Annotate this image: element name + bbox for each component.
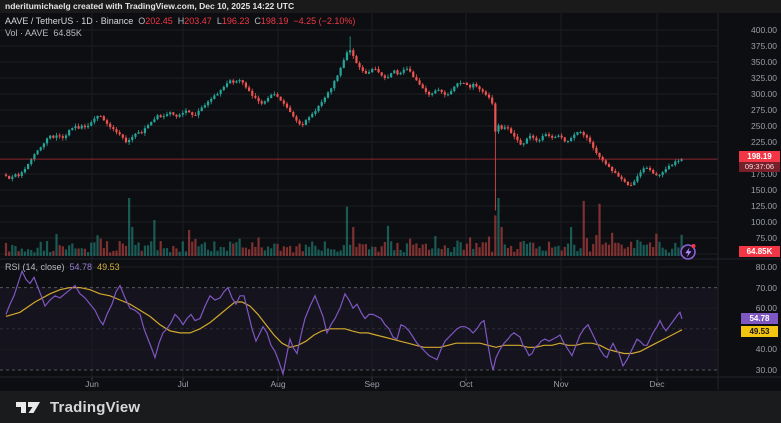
candlestick-series xyxy=(4,36,683,211)
symbol-title[interactable]: AAVE / TetherUS · 1D · Binance xyxy=(5,16,133,26)
time-axis-label: Nov xyxy=(553,379,569,389)
price-tick-label: 400.00 xyxy=(751,25,777,35)
time-axis-label: Jul xyxy=(177,379,189,389)
rsi-tick-label: 60.00 xyxy=(755,303,777,314)
last-price-value: 198.19 xyxy=(739,151,780,162)
volume-axis-badge: 64.85K xyxy=(739,246,780,257)
time-axis-label: Jun xyxy=(85,379,99,389)
volume-value: 64.85K xyxy=(53,28,82,38)
time-axis[interactable]: Jun Jul Aug Sep Oct Nov Dec xyxy=(0,377,718,390)
rsi-legend[interactable]: RSI (14, close) 54.78 49.53 xyxy=(5,262,120,272)
time-axis-label: Sep xyxy=(364,379,380,389)
rsi-tick-label: 80.00 xyxy=(755,262,777,272)
rsi-axis-badge: 54.78 xyxy=(741,313,778,324)
rsi-tick-label: 30.00 xyxy=(755,365,777,375)
rsi-ma-axis-badge: 49.53 xyxy=(741,326,778,337)
price-tick-label: 325.00 xyxy=(751,73,777,83)
rsi-tick-label: 70.00 xyxy=(755,282,777,293)
rsi-label: RSI (14, close) xyxy=(5,262,65,272)
time-axis-label: Oct xyxy=(459,379,473,389)
volume-series xyxy=(4,198,683,256)
symbol-legend[interactable]: AAVE / TetherUS · 1D · Binance O202.45 H20… xyxy=(5,16,355,26)
open-value: 202.45 xyxy=(145,16,173,26)
price-tick-label: 250.00 xyxy=(751,121,777,131)
rsi-tick-label: 40.00 xyxy=(755,344,777,355)
price-tick-label: 375.00 xyxy=(751,41,777,51)
chart-canvas[interactable] xyxy=(0,0,781,391)
time-axis-label: Dec xyxy=(649,379,665,389)
time-axis-label: Aug xyxy=(270,379,286,389)
rsi-ma-value: 49.53 xyxy=(97,262,120,272)
low-value: 196.23 xyxy=(221,16,250,26)
price-tick-label: 75.00 xyxy=(755,233,777,243)
bar-countdown: 09:37:06 xyxy=(739,162,780,172)
last-price-badge: 198.19 09:37:06 xyxy=(739,151,780,172)
volume-label: Vol · AAVE xyxy=(5,28,49,38)
volume-legend[interactable]: Vol · AAVE 64.85K xyxy=(5,28,82,38)
tradingview-brand[interactable]: TradingView xyxy=(50,399,140,416)
event-marker-icon[interactable] xyxy=(680,244,696,260)
price-tick-label: 150.00 xyxy=(751,185,777,195)
tradingview-logo-icon[interactable] xyxy=(16,400,41,415)
price-tick-label: 350.00 xyxy=(751,57,777,67)
tradingview-chart-snapshot: nderitumichaelg created with TradingView… xyxy=(0,0,781,423)
price-tick-label: 100.00 xyxy=(751,217,777,227)
close-value: 198.19 xyxy=(260,16,289,26)
price-tick-label: 275.00 xyxy=(751,105,777,115)
price-tick-label: 125.00 xyxy=(751,201,777,211)
price-tick-label: 225.00 xyxy=(751,137,777,147)
rsi-value: 54.78 xyxy=(69,262,93,272)
change-value: −4.25 (−2.10%) xyxy=(293,16,356,26)
high-value: 203.47 xyxy=(184,16,212,26)
price-tick-label: 300.00 xyxy=(751,89,777,99)
footer-bar: TradingView xyxy=(0,391,781,423)
